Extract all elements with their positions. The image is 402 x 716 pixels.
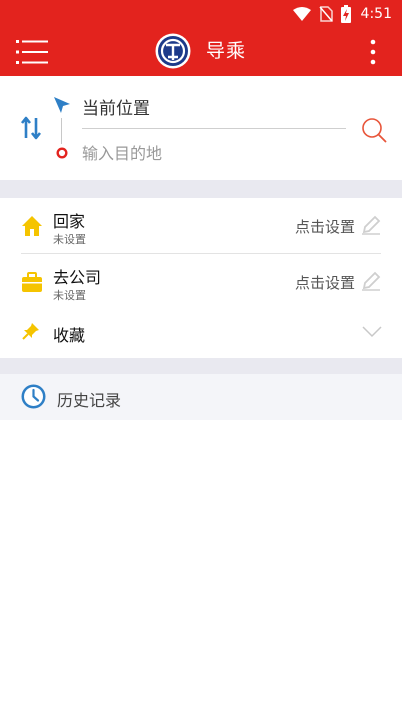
set-company-button[interactable]: 点击设置 <box>295 272 355 293</box>
place-name: 去公司 <box>53 268 102 287</box>
more-vertical-icon[interactable] <box>368 38 378 66</box>
route-connector <box>61 118 62 144</box>
pin-icon <box>22 323 39 340</box>
pencil-icon[interactable] <box>360 270 382 292</box>
route-divider <box>82 128 346 129</box>
app-bar: 4:51 导乘 <box>0 0 402 76</box>
pencil-icon[interactable] <box>360 214 382 236</box>
place-status: 未设置 <box>53 289 86 302</box>
place-company-row[interactable]: 去公司 未设置 点击设置 <box>0 254 402 310</box>
history-row[interactable]: 历史记录 <box>0 374 402 420</box>
swap-icon[interactable] <box>20 116 42 140</box>
search-icon[interactable] <box>361 117 387 143</box>
briefcase-icon <box>22 272 42 292</box>
railway-logo <box>155 33 191 69</box>
menu-icon[interactable] <box>16 40 48 64</box>
chevron-down-icon[interactable] <box>362 326 382 338</box>
history-label: 历史记录 <box>57 391 122 410</box>
destination-input[interactable] <box>82 140 342 166</box>
clock-icon <box>21 384 46 409</box>
favorites-label: 收藏 <box>53 326 86 345</box>
destination-dot-icon <box>56 147 68 159</box>
place-status: 未设置 <box>53 233 86 246</box>
battery-charging-icon <box>340 5 351 23</box>
favorites-row[interactable]: 收藏 <box>0 306 402 358</box>
page-title: 导乘 <box>206 40 247 62</box>
route-panel: 当前位置 <box>0 76 402 180</box>
no-sim-icon <box>318 6 333 22</box>
set-home-button[interactable]: 点击设置 <box>295 216 355 237</box>
origin-field[interactable]: 当前位置 <box>82 94 150 119</box>
status-time: 4:51 <box>360 6 392 22</box>
saved-places: 回家 未设置 点击设置 去公司 未设置 点击设置 收藏 <box>0 198 402 358</box>
place-name: 回家 <box>53 212 86 231</box>
section-divider <box>0 358 402 374</box>
place-home-row[interactable]: 回家 未设置 点击设置 <box>0 198 402 254</box>
home-icon <box>22 216 42 236</box>
section-divider <box>0 180 402 198</box>
wifi-icon <box>292 7 311 21</box>
status-bar: 4:51 <box>292 4 392 24</box>
location-arrow-icon <box>54 97 70 113</box>
